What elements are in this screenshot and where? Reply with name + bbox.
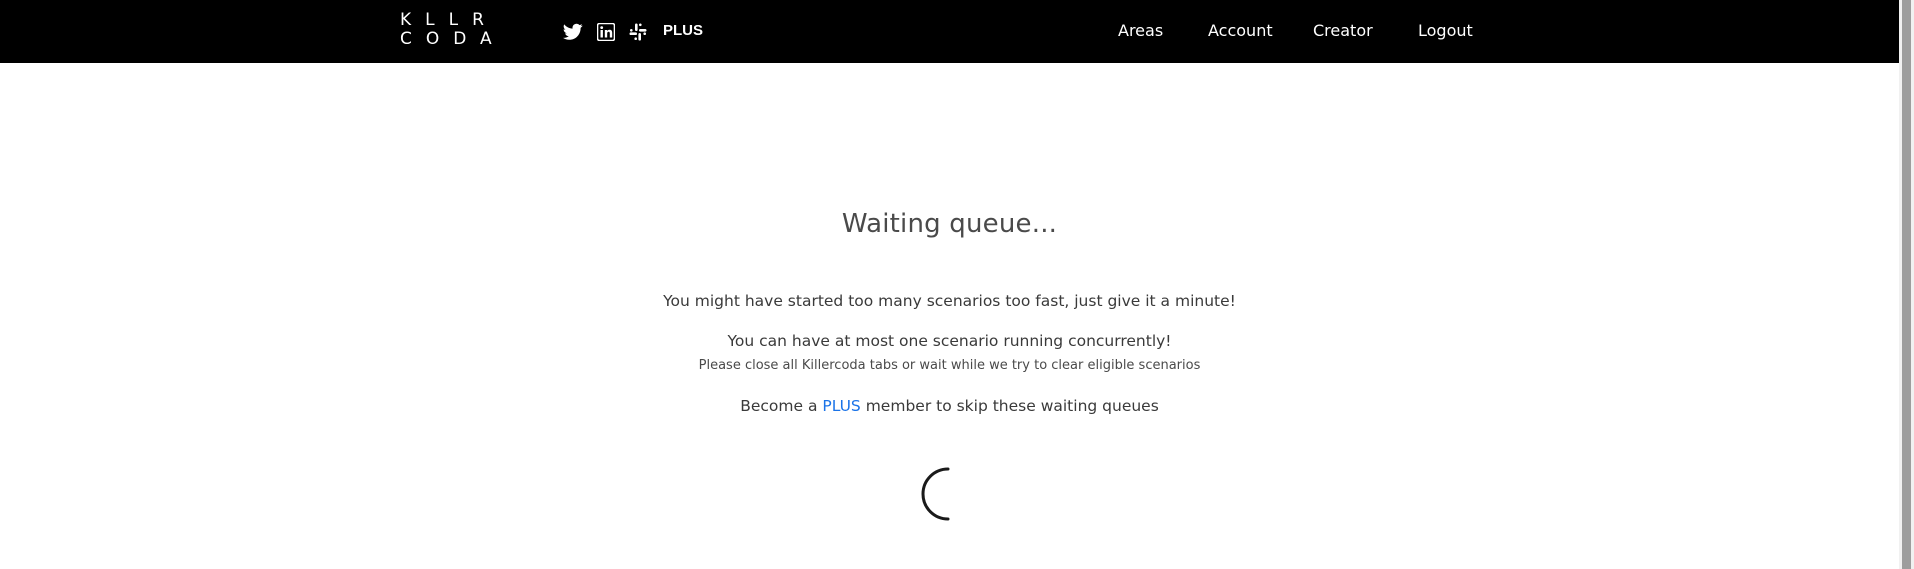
too-many-scenarios-message: You might have started too many scenario… <box>663 292 1236 310</box>
plus-upsell-message: Become a PLUS member to skip these waiti… <box>0 397 1899 415</box>
nav-logout[interactable]: Logout <box>1418 21 1473 40</box>
nav-areas[interactable]: Areas <box>1118 21 1163 40</box>
vertical-scrollbar[interactable] <box>1899 0 1914 569</box>
waiting-queue-panel: Waiting queue... You might have started … <box>0 63 1899 569</box>
nav-account[interactable]: Account <box>1208 21 1273 40</box>
concurrency-limit-message: You can have at most one scenario runnin… <box>727 332 1172 350</box>
upsell-suffix: member to skip these waiting queues <box>860 397 1159 415</box>
scrollbar-thumb[interactable] <box>1902 0 1911 569</box>
page: KLLR CODA PLUS Areas Account Creator Log… <box>0 0 1914 569</box>
close-tabs-hint: Please close all Killercoda tabs or wait… <box>698 358 1201 373</box>
loading-spinner-icon <box>921 467 950 521</box>
page-title: Waiting queue... <box>841 209 1058 239</box>
nav-creator[interactable]: Creator <box>1313 21 1373 40</box>
main-navigation: Areas Account Creator Logout <box>0 21 1899 45</box>
top-navigation-bar: KLLR CODA PLUS Areas Account Creator Log… <box>0 0 1899 63</box>
upsell-prefix: Become a <box>740 397 823 415</box>
plus-upsell-link[interactable]: PLUS <box>822 397 860 415</box>
